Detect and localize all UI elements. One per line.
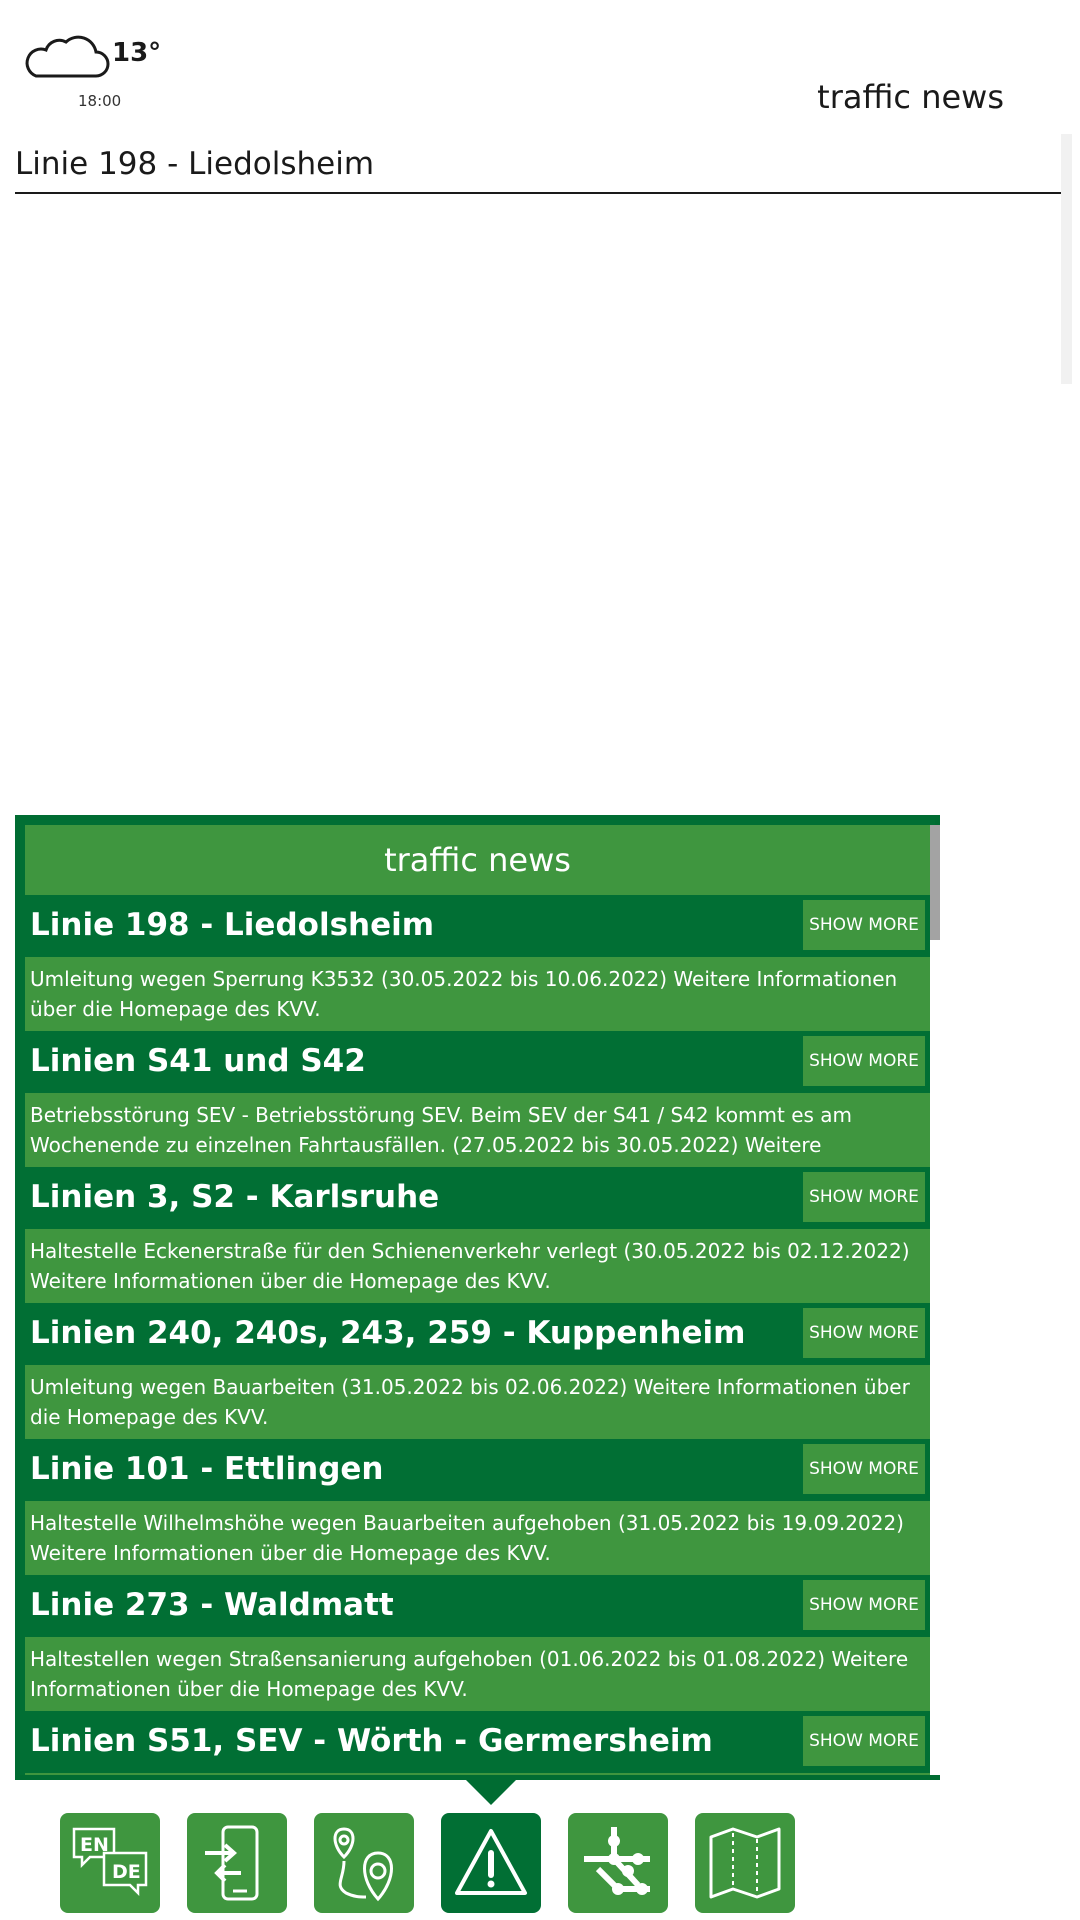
news-item-body: [25, 1773, 930, 1775]
news-item-title: Linie 273 - Waldmatt: [30, 1587, 394, 1623]
news-item-title: Linien S51, SEV - Wörth - Germersheim: [30, 1723, 713, 1759]
network-icon: [584, 1827, 650, 1895]
news-item[interactable]: Linie 273 - Waldmatt SHOW MORE Haltestel…: [25, 1575, 930, 1711]
panel-scrollbar[interactable]: [930, 825, 940, 1775]
selected-news-title: Linie 198 - Liedolsheim: [15, 144, 1061, 194]
news-item-title: Linie 198 - Liedolsheim: [30, 907, 435, 943]
weather-widget: 13° 18:00: [22, 30, 182, 120]
warning-icon: [455, 1829, 527, 1895]
news-item-body: Haltestelle Eckenerstraße für den Schien…: [25, 1229, 930, 1303]
weather-time: 18:00: [78, 92, 122, 110]
news-item[interactable]: Linien S41 und S42 SHOW MORE Betriebsstö…: [25, 1031, 930, 1167]
checkin-button[interactable]: [187, 1813, 287, 1913]
route-pin-icon: [333, 1827, 393, 1902]
language-label-en: EN: [80, 1834, 109, 1856]
news-item-text: Haltestelle Wilhelmshöhe wegen Bauarbeit…: [30, 1511, 904, 1565]
show-more-button[interactable]: SHOW MORE: [803, 1172, 925, 1222]
news-item[interactable]: Linie 198 - Liedolsheim SHOW MORE Umleit…: [25, 895, 930, 1031]
network-button[interactable]: [568, 1813, 668, 1913]
cloud-icon: [25, 35, 110, 78]
news-item[interactable]: Linie 101 - Ettlingen SHOW MORE Halteste…: [25, 1439, 930, 1575]
news-item-text: Haltestellen wegen Straßensanierung aufg…: [30, 1647, 909, 1701]
news-item[interactable]: Linien S51, SEV - Wörth - Germersheim SH…: [25, 1711, 930, 1775]
news-item-header: Linie 101 - Ettlingen SHOW MORE: [25, 1439, 930, 1499]
news-item-text: Umleitung wegen Bauarbeiten (31.05.2022 …: [30, 1375, 910, 1429]
panel-pointer-arrow: [466, 1780, 516, 1805]
map-icon: [709, 1827, 781, 1899]
map-button[interactable]: [695, 1813, 795, 1913]
news-item-header: Linien 3, S2 - Karlsruhe SHOW MORE: [25, 1167, 930, 1227]
show-more-button[interactable]: SHOW MORE: [803, 1036, 925, 1086]
news-item-header: Linie 198 - Liedolsheim SHOW MORE: [25, 895, 930, 955]
news-item-header: Linie 273 - Waldmatt SHOW MORE: [25, 1575, 930, 1635]
news-item[interactable]: Linien 3, S2 - Karlsruhe SHOW MORE Halte…: [25, 1167, 930, 1303]
phone-checkin-icon: [205, 1825, 259, 1901]
traffic-news-button[interactable]: [441, 1813, 541, 1913]
panel-title: traffic news: [25, 825, 930, 895]
news-item-body: Betriebsstörung SEV - Betriebsstörung SE…: [25, 1093, 930, 1167]
news-item-title: Linien S41 und S42: [30, 1043, 366, 1079]
news-item-header: Linien S41 und S42 SHOW MORE: [25, 1031, 930, 1091]
detail-scrollbar[interactable]: [1061, 134, 1072, 384]
news-item-title: Linien 3, S2 - Karlsruhe: [30, 1179, 440, 1215]
show-more-button[interactable]: SHOW MORE: [803, 1716, 925, 1766]
news-item-body: Umleitung wegen Sperrung K3532 (30.05.20…: [25, 957, 930, 1031]
news-item-title: Linien 240, 240s, 243, 259 - Kuppenheim: [30, 1315, 746, 1351]
news-item-body: Haltestellen wegen Straßensanierung aufg…: [25, 1637, 930, 1711]
scrollbar-thumb[interactable]: [930, 825, 940, 940]
news-item-text: Umleitung wegen Sperrung K3532 (30.05.20…: [30, 967, 898, 1021]
weather-temperature: 13°: [112, 38, 162, 68]
show-more-button[interactable]: SHOW MORE: [803, 900, 925, 950]
news-item-body: Umleitung wegen Bauarbeiten (31.05.2022 …: [25, 1365, 930, 1439]
news-item-body: Haltestelle Wilhelmshöhe wegen Bauarbeit…: [25, 1501, 930, 1575]
news-item-header: Linien S51, SEV - Wörth - Germersheim SH…: [25, 1711, 930, 1771]
news-item[interactable]: Linien 240, 240s, 243, 259 - Kuppenheim …: [25, 1303, 930, 1439]
show-more-button[interactable]: SHOW MORE: [803, 1580, 925, 1630]
language-label-de: DE: [112, 1861, 141, 1883]
news-item-text: Betriebsstörung SEV - Betriebsstörung SE…: [30, 1103, 853, 1157]
language-icon: EN DE: [72, 1827, 148, 1897]
news-list[interactable]: Linie 198 - Liedolsheim SHOW MORE Umleit…: [25, 895, 930, 1775]
show-more-button[interactable]: SHOW MORE: [803, 1444, 925, 1494]
page-title: traffic news: [817, 78, 1004, 116]
news-item-title: Linie 101 - Ettlingen: [30, 1451, 384, 1487]
show-more-button[interactable]: SHOW MORE: [803, 1308, 925, 1358]
news-item-text: Haltestelle Eckenerstraße für den Schien…: [30, 1239, 910, 1293]
news-item-header: Linien 240, 240s, 243, 259 - Kuppenheim …: [25, 1303, 930, 1363]
route-button[interactable]: [314, 1813, 414, 1913]
traffic-news-panel: traffic news Linie 198 - Liedolsheim SHO…: [15, 815, 940, 1780]
language-button[interactable]: EN DE: [60, 1813, 160, 1913]
